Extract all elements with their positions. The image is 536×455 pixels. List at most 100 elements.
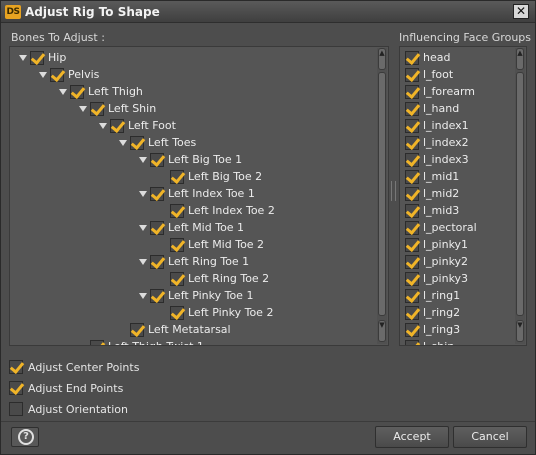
expand-arrow-icon[interactable] (136, 253, 150, 270)
face-group-item[interactable]: l_pectoral (405, 219, 477, 236)
tree-item[interactable]: Left Pinky Toe 1 (136, 287, 253, 304)
tree-item[interactable]: Left Pinky Toe 2 (156, 304, 273, 321)
face-group-item[interactable]: l_index1 (405, 117, 469, 134)
checkbox[interactable] (70, 84, 84, 99)
tree-item[interactable]: Left Thigh Twist 1 (76, 338, 204, 345)
expand-arrow-icon[interactable] (116, 134, 130, 151)
checkbox[interactable] (405, 186, 419, 201)
checkbox[interactable] (405, 305, 419, 320)
checkbox[interactable] (170, 305, 184, 320)
face-group-item[interactable]: l_hand (405, 100, 459, 117)
checkbox[interactable] (170, 169, 184, 184)
tree-item[interactable]: Left Big Toe 1 (136, 151, 242, 168)
expand-arrow-icon[interactable] (136, 185, 150, 202)
checkbox[interactable] (150, 220, 164, 235)
checkbox[interactable] (405, 50, 419, 65)
checkbox[interactable] (405, 203, 419, 218)
face-group-item[interactable]: l_shin (405, 338, 454, 345)
face-group-item[interactable]: l_mid1 (405, 168, 459, 185)
tree-item[interactable]: Left Ring Toe 1 (136, 253, 249, 270)
option-checkbox[interactable]: Adjust Center Points (9, 359, 139, 375)
checkbox[interactable] (405, 135, 419, 150)
checkbox[interactable] (130, 322, 144, 337)
scroll-up-icon[interactable]: ▲ (378, 48, 386, 70)
face-group-item[interactable]: l_pinky1 (405, 236, 468, 253)
scroll-down-icon[interactable]: ▼ (516, 320, 524, 342)
face-group-item[interactable]: l_ring2 (405, 304, 460, 321)
faces-scroll-thumb[interactable] (516, 72, 524, 316)
expand-arrow-icon[interactable] (16, 49, 30, 66)
expand-arrow-icon[interactable] (96, 117, 110, 134)
faces-list[interactable]: ▲ ▼ head l_foot l_forearm l_hand l_index1 l_i… (399, 46, 527, 346)
checkbox[interactable] (9, 360, 23, 374)
tree-item[interactable]: Left Shin (76, 100, 156, 117)
checkbox[interactable] (50, 67, 64, 82)
tree-item[interactable]: Left Ring Toe 2 (156, 270, 269, 287)
checkbox[interactable] (405, 169, 419, 184)
faces-scrollbar[interactable]: ▲ ▼ (515, 48, 525, 344)
close-button[interactable]: ✕ (513, 4, 529, 19)
face-group-item[interactable]: l_ring1 (405, 287, 460, 304)
help-button[interactable]: ? (11, 427, 39, 447)
bones-scroll-thumb[interactable] (378, 72, 386, 316)
tree-item[interactable]: Left Big Toe 2 (156, 168, 262, 185)
checkbox[interactable] (9, 402, 23, 416)
checkbox[interactable] (170, 203, 184, 218)
tree-item[interactable]: Pelvis (36, 66, 99, 83)
title-bar[interactable]: DS Adjust Rig To Shape ✕ (1, 1, 535, 23)
face-group-item[interactable]: l_pinky3 (405, 270, 468, 287)
checkbox[interactable] (170, 237, 184, 252)
tree-item[interactable]: Left Index Toe 2 (156, 202, 275, 219)
checkbox[interactable] (405, 101, 419, 116)
face-group-item[interactable]: l_foot (405, 66, 453, 83)
expand-arrow-icon[interactable] (136, 219, 150, 236)
checkbox[interactable] (405, 322, 419, 337)
checkbox[interactable] (405, 237, 419, 252)
tree-item[interactable]: Left Mid Toe 2 (156, 236, 264, 253)
checkbox[interactable] (30, 50, 44, 65)
panel-splitter[interactable] (391, 181, 396, 201)
checkbox[interactable] (405, 152, 419, 167)
tree-item[interactable]: Left Foot (96, 117, 176, 134)
bones-scrollbar[interactable]: ▲ ▼ (377, 48, 387, 344)
face-group-item[interactable]: head (405, 49, 450, 66)
checkbox[interactable] (405, 288, 419, 303)
tree-item[interactable]: Left Mid Toe 1 (136, 219, 244, 236)
expand-arrow-icon[interactable] (76, 100, 90, 117)
cancel-button[interactable]: Cancel (453, 426, 527, 448)
face-group-item[interactable]: l_forearm (405, 83, 475, 100)
option-checkbox[interactable]: Adjust Orientation (9, 401, 128, 417)
bones-tree[interactable]: ▲ ▼ Hip Pelvis Left Thigh Left Shin Left Foo… (9, 46, 389, 346)
face-group-item[interactable]: l_mid3 (405, 202, 459, 219)
expand-arrow-icon[interactable] (36, 66, 50, 83)
checkbox[interactable] (130, 135, 144, 150)
checkbox[interactable] (405, 271, 419, 286)
scroll-up-icon[interactable]: ▲ (516, 48, 524, 70)
checkbox[interactable] (150, 288, 164, 303)
checkbox[interactable] (405, 339, 419, 345)
accept-button[interactable]: Accept (375, 426, 449, 448)
tree-item[interactable]: Hip (16, 49, 66, 66)
face-group-item[interactable]: l_pinky2 (405, 253, 468, 270)
checkbox[interactable] (150, 186, 164, 201)
checkbox[interactable] (90, 339, 104, 345)
tree-item[interactable]: Left Metatarsal (116, 321, 231, 338)
face-group-item[interactable]: l_ring3 (405, 321, 460, 338)
tree-item[interactable]: Left Thigh (56, 83, 143, 100)
tree-item[interactable]: Left Index Toe 1 (136, 185, 255, 202)
checkbox[interactable] (405, 220, 419, 235)
checkbox[interactable] (405, 84, 419, 99)
checkbox[interactable] (9, 381, 23, 395)
checkbox[interactable] (110, 118, 124, 133)
checkbox[interactable] (405, 67, 419, 82)
face-group-item[interactable]: l_index3 (405, 151, 469, 168)
expand-arrow-icon[interactable] (136, 287, 150, 304)
expand-arrow-icon[interactable] (56, 83, 70, 100)
expand-arrow-icon[interactable] (136, 151, 150, 168)
checkbox[interactable] (170, 271, 184, 286)
tree-item[interactable]: Left Toes (116, 134, 196, 151)
face-group-item[interactable]: l_mid2 (405, 185, 459, 202)
option-checkbox[interactable]: Adjust End Points (9, 380, 123, 396)
face-group-item[interactable]: l_index2 (405, 134, 469, 151)
scroll-down-icon[interactable]: ▼ (378, 320, 386, 342)
